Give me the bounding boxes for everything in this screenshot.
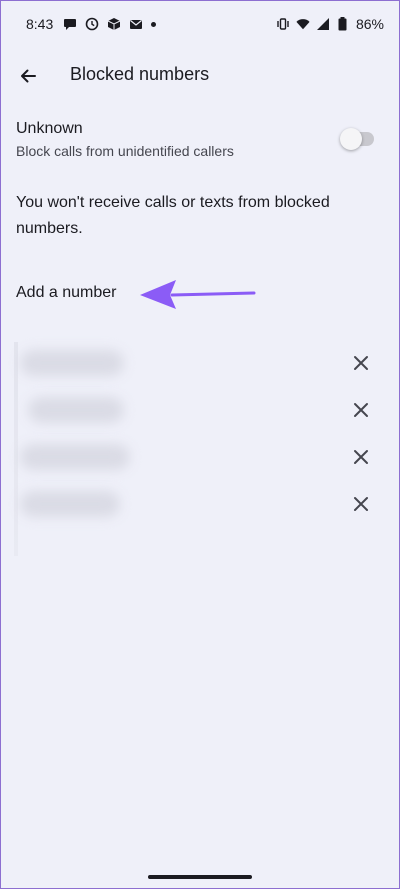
- add-number-button[interactable]: Add a number: [16, 284, 117, 302]
- dot-icon: [151, 21, 157, 27]
- back-button[interactable]: [14, 62, 42, 90]
- unknown-toggle[interactable]: [340, 128, 374, 150]
- remove-number-button[interactable]: [348, 444, 374, 470]
- blocked-number-row: [0, 387, 400, 433]
- toggle-knob: [340, 128, 362, 150]
- blocked-number-row: [0, 434, 400, 480]
- blurred-number: [20, 444, 130, 470]
- arrow-back-icon: [21, 69, 36, 83]
- wifi-icon: [296, 17, 310, 31]
- cube-icon: [107, 17, 121, 31]
- close-icon: [354, 403, 368, 417]
- chat-icon: [63, 17, 77, 31]
- blocked-info-text: You won't receive calls or texts from bl…: [16, 194, 330, 237]
- page-title: Blocked numbers: [70, 64, 210, 84]
- battery-percent: 86%: [355, 16, 384, 32]
- remove-number-button[interactable]: [348, 397, 374, 423]
- vibrate-icon: [276, 17, 290, 31]
- notification-icons: [63, 17, 157, 31]
- app-bar: Blocked numbers: [0, 50, 400, 100]
- remove-number-button[interactable]: [348, 350, 374, 376]
- clock-icon: [85, 17, 99, 31]
- blurred-number: [28, 397, 124, 423]
- close-icon: [354, 356, 368, 370]
- annotation-arrow-icon: [140, 280, 256, 309]
- blurred-number: [20, 491, 120, 517]
- unknown-callers-setting[interactable]: Unknown Block calls from unidentified ca…: [16, 118, 384, 166]
- blocked-number-row: [0, 481, 400, 527]
- close-icon: [354, 497, 368, 511]
- blurred-number: [20, 350, 124, 376]
- system-icons: 86%: [276, 16, 384, 32]
- status-bar: 8:43 86%: [0, 0, 400, 48]
- status-time: 8:43: [26, 16, 54, 32]
- unknown-title: Unknown: [16, 120, 83, 137]
- battery-icon: [336, 17, 350, 31]
- gesture-nav-handle[interactable]: [148, 875, 252, 879]
- mail-icon: [129, 17, 143, 31]
- signal-icon: [316, 17, 330, 31]
- blocked-number-row: [0, 340, 400, 386]
- remove-number-button[interactable]: [348, 491, 374, 517]
- unknown-subtitle: Block calls from unidentified callers: [16, 143, 234, 159]
- close-icon: [354, 450, 368, 464]
